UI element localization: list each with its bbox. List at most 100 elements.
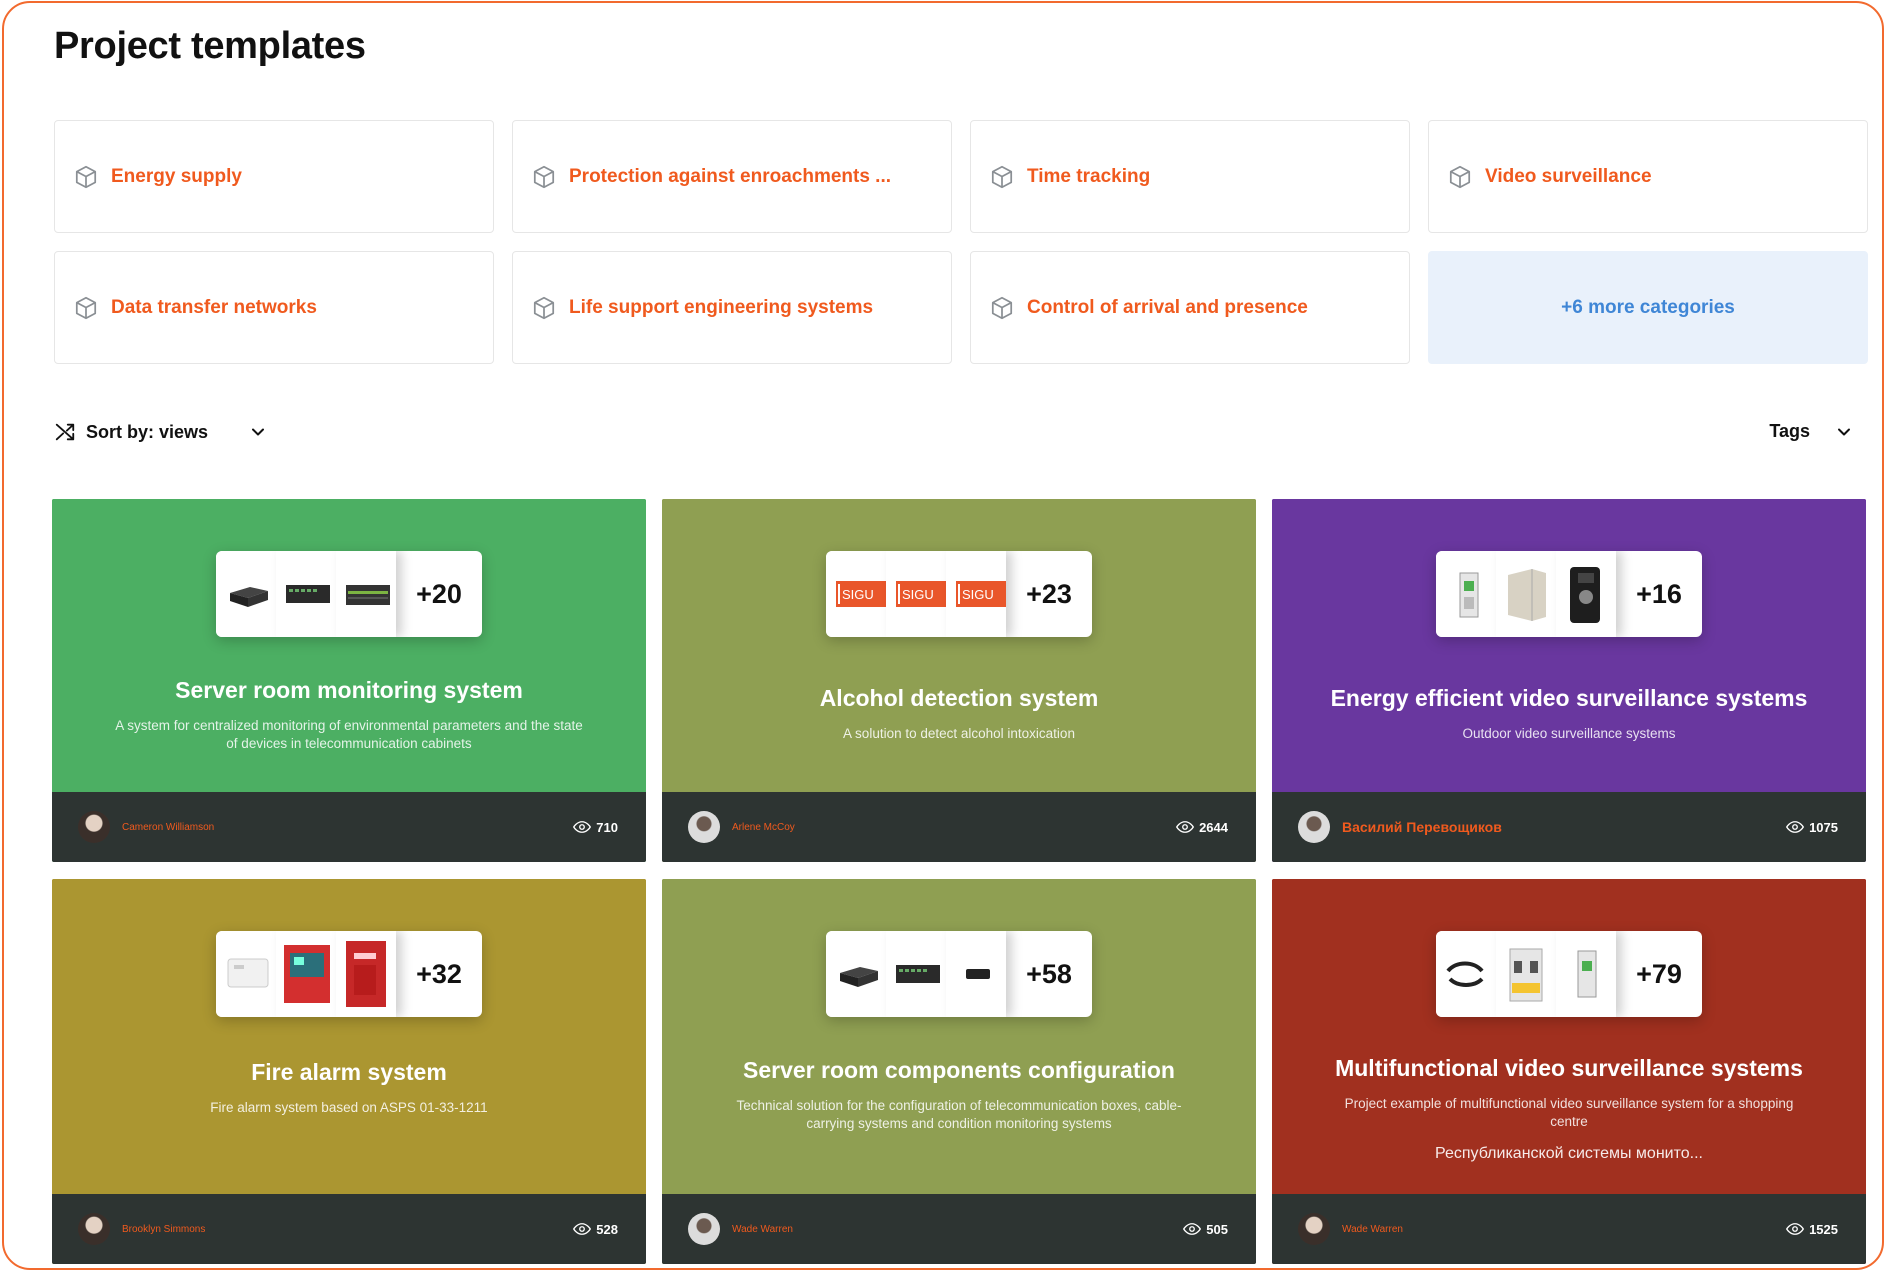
product-thumbnail: SIGU (826, 551, 886, 637)
category-label: Energy supply (111, 165, 242, 187)
eye-icon (1176, 821, 1195, 833)
box-icon (75, 296, 97, 319)
more-products-count: +20 (416, 578, 462, 609)
category-label: Life support engineering systems (569, 296, 874, 318)
view-count-value: 1525 (1809, 1221, 1838, 1237)
author-name[interactable]: Василий Перевощиков (1342, 819, 1502, 835)
view-count-value: 528 (596, 1221, 618, 1237)
template-card[interactable]: +20 Server room monitoring system A syst… (52, 499, 646, 862)
card-footer: Василий Перевощиков 1075 (1272, 792, 1866, 862)
product-thumbnails: +20 (216, 551, 482, 637)
category-time-tracking[interactable]: Time tracking (970, 120, 1410, 233)
avatar (688, 811, 720, 843)
card-description: A system for centralized monitoring of e… (115, 718, 583, 751)
avatar (78, 1213, 110, 1245)
category-video-surveillance[interactable]: Video surveillance (1428, 120, 1868, 233)
template-card[interactable]: +58 Server room components configuration… (662, 879, 1256, 1264)
card-description: Fire alarm system based on ASPS 01-33-12… (210, 1100, 488, 1115)
card-title: Energy efficient video surveillance syst… (1330, 685, 1808, 711)
card-footer: Brooklyn Simmons 528 (52, 1194, 646, 1264)
product-thumbnail (336, 931, 396, 1017)
view-count-value: 505 (1206, 1221, 1228, 1237)
card-cover (52, 879, 646, 1194)
box-icon (1449, 165, 1471, 188)
product-thumbnail: SIGU (946, 551, 1006, 637)
view-count: 505 (1183, 1222, 1228, 1237)
product-thumbnails: +32 (216, 931, 482, 1017)
box-icon (533, 165, 555, 188)
avatar (78, 811, 110, 843)
product-thumbnail (946, 931, 1006, 1017)
author-name[interactable]: Wade Warren (732, 1224, 793, 1235)
template-card[interactable]: +32 Fire alarm system Fire alarm system … (52, 879, 646, 1264)
eye-icon (573, 821, 592, 833)
svg-text:SIGU: SIGU (842, 587, 874, 602)
template-card[interactable]: +16 Energy efficient video surveillance … (1272, 499, 1866, 862)
category-arrival-presence[interactable]: Control of arrival and presence (970, 251, 1410, 364)
view-count: 1525 (1786, 1222, 1838, 1237)
card-title: Fire alarm system (251, 1059, 447, 1085)
author-name[interactable]: Wade Warren (1342, 1224, 1403, 1235)
category-life-support[interactable]: Life support engineering systems (512, 251, 952, 364)
chevron-down-icon (252, 428, 265, 436)
shuffle-icon (55, 423, 75, 441)
product-thumbnails: +16 (1436, 551, 1702, 637)
tags-dropdown[interactable]: Tags (1769, 421, 1854, 442)
card-description: A solution to detect alcohol intoxicatio… (843, 726, 1075, 741)
more-products-count: +23 (1026, 578, 1072, 609)
category-protection[interactable]: Protection against enroachments ... (512, 120, 952, 233)
more-categories-label: +6 more categories (1561, 296, 1735, 318)
author-name[interactable]: Cameron Williamson (122, 822, 214, 833)
more-categories-button[interactable]: +6 more categories (1428, 251, 1868, 364)
sort-label: Sort by: views (86, 421, 209, 442)
more-products-count: +32 (416, 958, 462, 989)
eye-icon (1786, 1223, 1805, 1235)
product-thumbnail (276, 551, 336, 637)
sort-dropdown[interactable]: Sort by: views (54, 421, 268, 443)
product-thumbnail (336, 551, 396, 637)
product-thumbnail (1496, 551, 1556, 637)
card-description: Project example of multifunctional video… (1344, 1096, 1794, 1129)
card-footer: Wade Warren 505 (662, 1194, 1256, 1264)
card-cover (1272, 499, 1866, 792)
card-title: Server room monitoring system (175, 677, 523, 703)
more-products-count: +79 (1636, 958, 1682, 989)
product-thumbnail (1556, 551, 1616, 637)
template-grid: +20 Server room monitoring system A syst… (52, 499, 1866, 1264)
product-thumbnails: +79 (1436, 931, 1702, 1017)
product-thumbnail (826, 931, 886, 1017)
author-name[interactable]: Arlene McCoy (732, 822, 795, 833)
eye-icon (573, 1223, 592, 1235)
author-name[interactable]: Brooklyn Simmons (122, 1224, 205, 1235)
product-thumbnail (1556, 931, 1616, 1017)
product-thumbnail (216, 931, 276, 1017)
product-thumbnail (1496, 931, 1556, 1017)
template-card[interactable]: +79 Multifunctional video surveillance s… (1272, 879, 1866, 1264)
card-footer: Cameron Williamson 710 (52, 792, 646, 862)
category-label: Data transfer networks (111, 296, 317, 318)
product-thumbnail (1436, 931, 1496, 1017)
card-description: Outdoor video surveillance systems (1462, 726, 1676, 741)
svg-text:SIGU: SIGU (902, 587, 934, 602)
box-icon (75, 165, 97, 188)
product-thumbnails: +58 (826, 931, 1092, 1017)
product-thumbnail (1436, 551, 1496, 637)
chevron-down-icon (1838, 428, 1850, 435)
card-description: Technical solution for the configuration… (736, 1098, 1182, 1131)
box-icon (991, 296, 1013, 319)
category-energy-supply[interactable]: Energy supply (54, 120, 494, 233)
card-extra-line: Республиканской системы монито... (1435, 1145, 1703, 1162)
avatar (688, 1213, 720, 1245)
view-count-value: 1075 (1809, 819, 1838, 835)
category-label: Control of arrival and presence (1027, 296, 1308, 318)
category-label: Video surveillance (1485, 165, 1652, 187)
card-title: Multifunctional video surveillance syste… (1335, 1055, 1803, 1081)
category-data-transfer-networks[interactable]: Data transfer networks (54, 251, 494, 364)
product-thumbnail (216, 551, 276, 637)
product-thumbnails: SIGU SIGU SIGU +23 (826, 551, 1092, 637)
avatar (1298, 811, 1330, 843)
template-card[interactable]: SIGU SIGU SIGU +23 Alcohol detection sys… (662, 499, 1256, 862)
category-grid: Energy supply Protection against enroach… (54, 120, 1870, 364)
product-thumbnail (276, 931, 336, 1017)
product-thumbnail: SIGU (886, 551, 946, 637)
